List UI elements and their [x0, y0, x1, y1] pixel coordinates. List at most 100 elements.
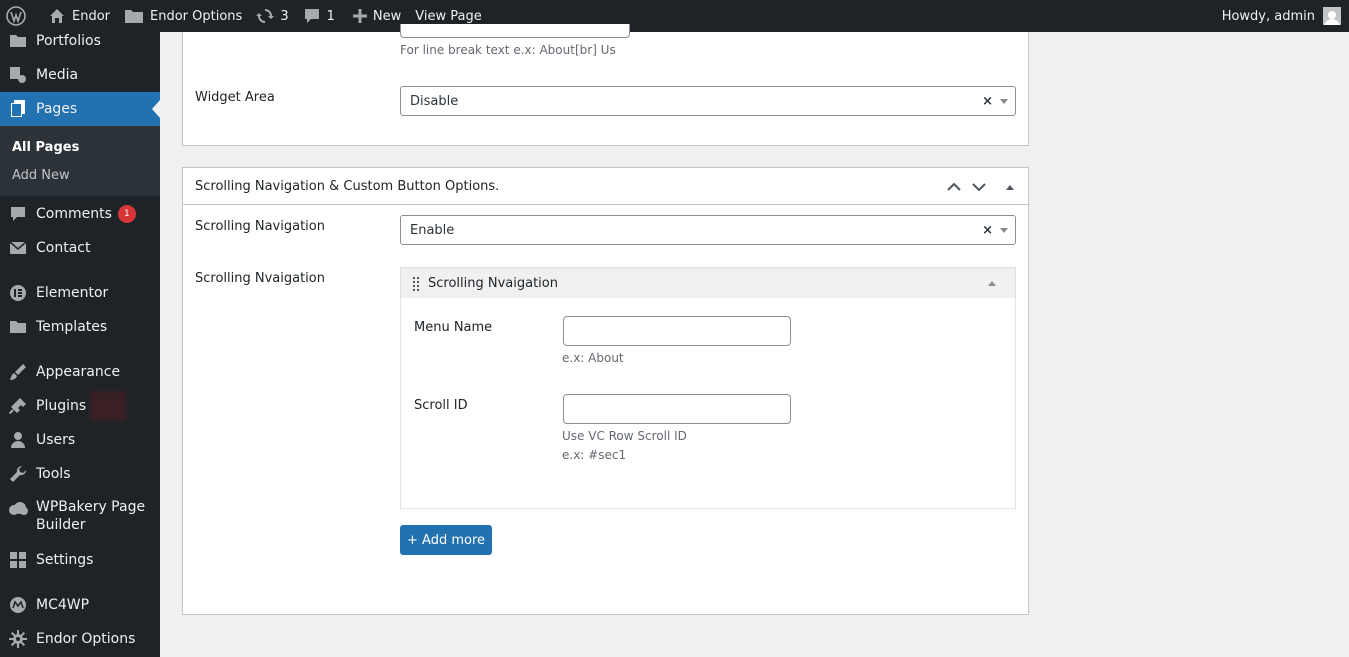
line-break-text-input[interactable]	[400, 24, 630, 38]
portfolio-icon	[10, 35, 26, 47]
widget-area-value: Disable	[410, 93, 459, 109]
menu-label: MC4WP	[36, 597, 90, 613]
my-account-link[interactable]: Howdy, admin	[1222, 0, 1341, 32]
plugins-badge	[90, 391, 127, 421]
mail-icon	[9, 241, 27, 254]
menu-label: Portfolios	[36, 33, 101, 49]
comments-link[interactable]: 1	[296, 0, 342, 32]
comments-icon	[11, 207, 25, 221]
users-icon	[11, 432, 25, 448]
add-more-button[interactable]: + Add more	[400, 525, 492, 555]
menu-endor-options[interactable]: Endor Options	[0, 622, 160, 656]
drag-handle-icon[interactable]	[412, 277, 420, 291]
folder-icon	[125, 10, 144, 23]
scroll-id-input[interactable]	[563, 394, 791, 424]
scrolling-navigation-label: Scrolling Navigation	[195, 219, 325, 234]
pages-icon	[11, 100, 25, 117]
box-title: Scrolling Navigation & Custom Button Opt…	[195, 179, 500, 194]
media-icon	[10, 67, 26, 83]
menu-label: Tools	[36, 466, 71, 482]
menu-plugins[interactable]: Plugins	[0, 389, 160, 423]
endor-options-label: Endor Options	[150, 8, 243, 24]
view-page-label: View Page	[415, 8, 482, 24]
move-down-button[interactable]	[970, 178, 988, 196]
plugin-icon	[9, 398, 26, 415]
repeater-item-header[interactable]: Scrolling Nvaigation	[400, 267, 1016, 299]
menu-portfolios[interactable]: Portfolios	[0, 32, 160, 50]
triangle-up-icon[interactable]	[987, 279, 997, 287]
menu-name-input[interactable]	[563, 316, 791, 346]
postbox-header: Scrolling Navigation & Custom Button Opt…	[183, 168, 1028, 205]
gear-icon	[9, 630, 27, 648]
line-break-description: For line break text e.x: About[br] Us	[400, 43, 616, 57]
updates-link[interactable]: 3	[249, 0, 295, 32]
menu-label: Settings	[36, 552, 94, 568]
settings-icon	[10, 552, 26, 568]
menu-label: Appearance	[36, 364, 121, 380]
repeater-item-body: Menu Name e.x: About Scroll ID Use VC Ro…	[400, 298, 1016, 509]
comments-badge: 1	[117, 205, 136, 223]
toggle-panel-button[interactable]	[1001, 178, 1019, 196]
updates-icon	[256, 9, 275, 23]
menu-templates[interactable]: Templates	[0, 310, 160, 344]
menu-name-label: Menu Name	[414, 320, 493, 335]
scroll-id-example: e.x: #sec1	[562, 448, 627, 462]
avatar	[1323, 7, 1341, 25]
greeting-label: Howdy, admin	[1221, 8, 1315, 24]
widget-area-clear-icon[interactable]: ×	[982, 94, 993, 109]
menu-appearance[interactable]: Appearance	[0, 355, 160, 389]
menu-elementor[interactable]: Elementor	[0, 276, 160, 310]
wrench-icon	[10, 465, 27, 482]
menu-name-description: e.x: About	[562, 351, 624, 365]
widget-area-select[interactable]: Disable ×	[400, 86, 1016, 116]
menu-mc4wp[interactable]: MC4WP	[0, 588, 160, 622]
menu-label: Media	[36, 67, 79, 83]
endor-options-link[interactable]: Endor Options	[117, 0, 249, 32]
menu-users[interactable]: Users	[0, 423, 160, 457]
updates-count: 3	[280, 8, 289, 24]
new-content-link[interactable]: New	[346, 0, 408, 32]
menu-settings[interactable]: Settings	[0, 543, 160, 577]
triangle-up-icon	[1006, 185, 1014, 190]
new-label: New	[372, 8, 402, 24]
menu-label: Templates	[36, 319, 108, 335]
menu-media[interactable]: Media	[0, 58, 160, 92]
paintbrush-icon	[10, 364, 26, 380]
menu-wpbakery[interactable]: WPBakery Page Builder	[0, 498, 160, 538]
scrolling-navigation-select[interactable]: Enable ×	[400, 215, 1016, 245]
menu-label-line2: Builder	[36, 517, 86, 533]
menu-contact[interactable]: Contact	[0, 231, 160, 265]
menu-label: Elementor	[36, 285, 109, 301]
chevron-down-icon	[1000, 228, 1008, 233]
scrolling-navigation-clear-icon[interactable]: ×	[982, 223, 993, 238]
admin-sidebar: Portfolios Media Pages All Pages Add New…	[0, 32, 160, 657]
menu-pages[interactable]: Pages	[0, 92, 160, 126]
submenu-add-new[interactable]: Add New	[12, 168, 70, 183]
submenu-all-pages[interactable]: All Pages	[12, 140, 79, 155]
comment-icon	[304, 9, 319, 23]
scroll-id-description: Use VC Row Scroll ID	[562, 429, 687, 443]
mc4wp-icon	[10, 597, 26, 613]
wpbakery-cloud-icon	[9, 502, 28, 515]
wordpress-logo-button[interactable]	[0, 0, 33, 32]
plus-icon	[352, 9, 367, 23]
templates-folder-icon	[10, 321, 26, 333]
menu-label: Comments	[36, 206, 112, 222]
menu-tools[interactable]: Tools	[0, 457, 160, 491]
scroll-id-label: Scroll ID	[414, 398, 468, 413]
pages-submenu: All Pages Add New	[0, 126, 160, 196]
menu-label: Pages	[36, 101, 78, 117]
widget-area-label: Widget Area	[195, 90, 275, 105]
elementor-icon	[10, 285, 26, 301]
page-options-box: For line break text e.x: About[br] Us Wi…	[182, 24, 1029, 146]
user-avatar-icon	[1325, 11, 1339, 25]
site-name-link[interactable]: Endor	[41, 0, 117, 32]
menu-comments[interactable]: Comments 1	[0, 197, 160, 231]
menu-label: Endor Options	[36, 631, 136, 647]
menu-label: WPBakery Page	[36, 499, 146, 515]
repeater-item-title: Scrolling Nvaigation	[428, 276, 558, 291]
wordpress-icon	[6, 6, 26, 26]
site-name-label: Endor	[72, 8, 111, 24]
repeater-label: Scrolling Nvaigation	[195, 271, 325, 286]
move-up-button[interactable]	[945, 178, 963, 196]
